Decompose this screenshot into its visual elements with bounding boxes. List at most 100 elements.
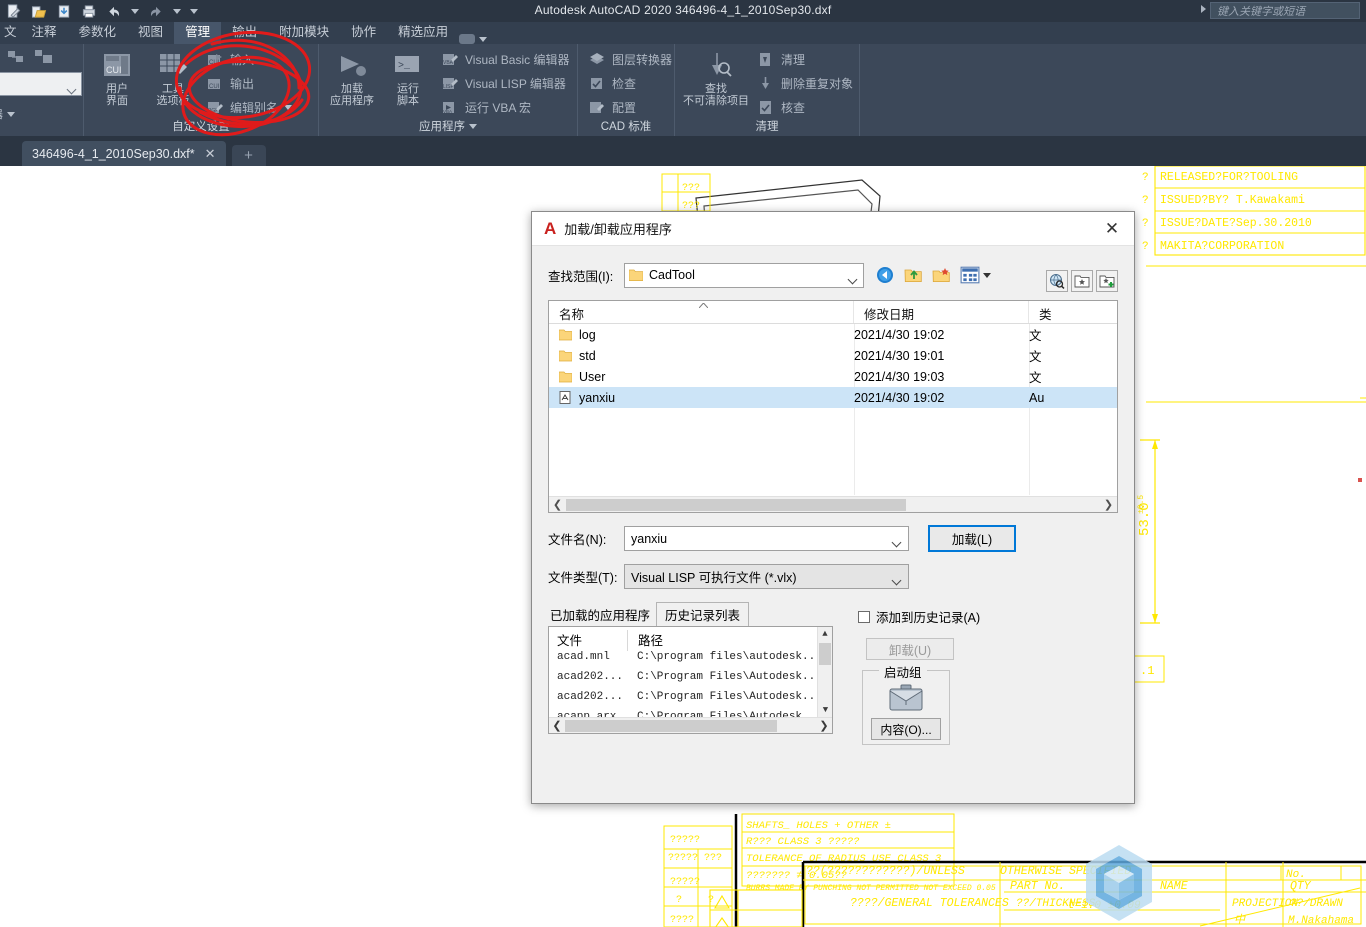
file-type-select[interactable]: Visual LISP 可执行文件 (*.vlx) (624, 564, 909, 589)
ribbon-button-audit[interactable]: 核查 (757, 97, 853, 118)
scrollbar-thumb[interactable] (566, 498, 906, 511)
document-tab-strip[interactable]: 346496-4_1_2010Sep30.dxf* ✕ + (0, 136, 1366, 166)
column-header-type[interactable]: 类 (1029, 301, 1069, 323)
ribbon-button-user-interface[interactable]: CUI 用户 界面 (90, 48, 144, 118)
ribbon-button-run-script[interactable]: >_ 运行 脚本 (381, 48, 435, 118)
loaded-applications-table[interactable]: 文件 路径 acad.mnl C:\program files\autodesk… (548, 626, 833, 734)
close-icon[interactable]: ✕ (205, 146, 216, 162)
scrollbar-thumb[interactable] (819, 643, 831, 665)
ribbon-panel-switch[interactable] (459, 34, 503, 44)
add-to-favorites-icon[interactable] (1071, 270, 1093, 292)
ribbon-tab-strip[interactable]: 文 注释 参数化 视图 管理 输出 附加模块 协作 精选应用 (0, 22, 1366, 44)
chevron-down-icon[interactable] (479, 36, 488, 42)
table-row[interactable]: acad.mnl C:\program files\autodesk... (549, 651, 832, 671)
ribbon-tab-2[interactable]: 参数化 (68, 22, 128, 44)
column-header-name[interactable]: 名称 (549, 301, 854, 323)
ribbon-button-import-cui[interactable]: CUI 输入 (206, 49, 292, 70)
scroll-right-icon[interactable]: ❯ (816, 719, 832, 733)
create-new-folder-icon[interactable] (932, 266, 952, 284)
loaded-file-cell: acad.mnl (557, 651, 610, 663)
table-row[interactable]: User 2021/4/30 19:03 文 (549, 366, 1117, 387)
add-current-folder-icon[interactable] (1096, 270, 1118, 292)
ribbon-button-check-standards[interactable]: 检查 (588, 73, 672, 94)
file-type-cell: 文 (1029, 371, 1042, 385)
ribbon-button-find-nonpurgeable[interactable]: 查找 不可清除项目 (681, 48, 751, 118)
briefcase-icon[interactable] (888, 683, 924, 713)
file-name-input[interactable]: yanxiu (624, 526, 909, 551)
up-one-level-icon[interactable] (904, 266, 924, 284)
scrollbar-thumb[interactable] (565, 719, 777, 732)
ribbon-button-edit-aliases[interactable]: PGP 编辑别名 (206, 97, 293, 118)
ribbon-button-load-application[interactable]: 加载 应用程序 (325, 48, 379, 118)
views-icon[interactable] (960, 266, 980, 284)
file-list-header[interactable]: 名称 修改日期 类 (549, 301, 1117, 324)
table-row[interactable]: acad202... C:\Program Files\Autodesk... (549, 691, 832, 711)
tab-loaded-applications[interactable]: 已加载的应用程序 (548, 604, 656, 626)
scroll-up-icon[interactable]: ▲ (818, 627, 832, 641)
scroll-left-icon[interactable]: ❮ (549, 719, 565, 733)
ribbon-button-run-vba-macro[interactable]: VBA 运行 VBA 宏 (441, 97, 569, 118)
back-icon[interactable] (876, 266, 896, 284)
tab-history-list[interactable]: 历史记录列表 (656, 602, 750, 626)
search-expand-icon[interactable] (1201, 5, 1206, 13)
startup-group-contents-button[interactable]: 内容(O)... (871, 718, 941, 740)
startup-group: 启动组 内容(O)... (862, 662, 950, 745)
chevron-down-icon[interactable] (891, 575, 902, 586)
chevron-down-icon[interactable] (983, 272, 991, 278)
ribbon-button-label: 运行 VBA 宏 (465, 100, 532, 115)
load-button[interactable]: 加载(L) (928, 525, 1016, 552)
load-unload-applications-dialog[interactable]: A 加载/卸载应用程序 ✕ 查找范围(I): CadTool 名称 修改日期 类… (531, 211, 1135, 804)
scroll-right-icon[interactable]: ❯ (1100, 498, 1117, 511)
look-in-value: CadTool (649, 268, 695, 282)
column-header-date[interactable]: 修改日期 (854, 301, 1029, 323)
chevron-down-icon[interactable] (284, 104, 293, 110)
startup-group-title: 启动组 (879, 662, 927, 681)
search-web-icon[interactable] (1046, 270, 1068, 292)
document-tab-active[interactable]: 346496-4_1_2010Sep30.dxf* ✕ (22, 141, 226, 166)
ribbon-tab-3[interactable]: 视图 (127, 22, 174, 44)
ribbon-tab-8[interactable]: 精选应用 (387, 22, 459, 44)
table-row[interactable]: acad202... C:\Program Files\Autodesk... (549, 671, 832, 691)
chevron-down-icon[interactable] (891, 537, 902, 548)
close-icon[interactable]: ✕ (1096, 216, 1128, 242)
file-list-horizontal-scrollbar[interactable]: ❮ ❯ (549, 496, 1117, 512)
ribbon-button-layer-translator[interactable]: 图层转换器 (588, 49, 672, 70)
dialog-nav-icons[interactable] (876, 266, 991, 284)
ribbon-button-vba-editor[interactable]: VBA Visual Basic 编辑器 (441, 49, 569, 70)
unload-button[interactable]: 卸载(U) (866, 638, 954, 660)
search-input[interactable]: 键入关键字或短语 (1210, 2, 1360, 19)
ribbon-tab-0[interactable]: 文 (0, 22, 21, 44)
ribbon-button-tool-palettes[interactable]: 工具 选项板 (146, 48, 200, 118)
file-list[interactable]: 名称 修改日期 类 log 2021/4/30 19:02 文 std 2021… (548, 300, 1118, 513)
truncated-icon-1[interactable] (6, 48, 26, 66)
table-row[interactable]: log 2021/4/30 19:02 文 (549, 324, 1117, 345)
scroll-down-icon[interactable]: ▼ (818, 703, 832, 717)
add-to-history-checkbox-row[interactable]: 添加到历史记录(A) (858, 607, 1038, 626)
ribbon-combo-truncated[interactable] (0, 72, 82, 96)
loaded-table-vertical-scrollbar[interactable]: ▲ ▼ (817, 627, 832, 717)
ribbon-tab-1[interactable]: 注释 (21, 22, 68, 44)
ribbon-tab-7[interactable]: 协作 (340, 22, 387, 44)
ribbon-tab-manage[interactable]: 管理 (174, 22, 222, 44)
loaded-table-horizontal-scrollbar[interactable]: ❮ ❯ (549, 717, 832, 733)
ribbon-tab-5[interactable]: 输出 (221, 22, 268, 44)
ribbon-panel-truncated: 器 (0, 44, 84, 136)
new-document-tab[interactable]: + (231, 145, 266, 166)
chevron-down-icon[interactable] (847, 274, 858, 284)
ribbon-button-visual-lisp-editor[interactable]: LISP Visual LISP 编辑器 (441, 73, 569, 94)
ribbon-tab-6[interactable]: 附加模块 (268, 22, 340, 44)
ribbon-button-configure-standards[interactable]: 配置 (588, 97, 672, 118)
checkbox[interactable] (858, 610, 870, 623)
ribbon-button-export-cui[interactable]: CUI 输出 (206, 73, 292, 94)
panel-chevron-icon[interactable] (7, 111, 15, 117)
truncated-icon-2[interactable] (34, 48, 54, 66)
scroll-left-icon[interactable]: ❮ (549, 498, 566, 511)
table-row[interactable]: std 2021/4/30 19:01 文 (549, 345, 1117, 366)
chevron-down-icon[interactable] (469, 123, 477, 129)
ribbon-button-overkill[interactable]: 删除重复对象 (757, 73, 853, 94)
ribbon-button-purge[interactable]: 清理 (757, 49, 853, 70)
dialog-title-bar: A 加载/卸载应用程序 ✕ (532, 212, 1134, 246)
look-in-combo[interactable]: CadTool (624, 262, 864, 288)
dialog-right-tools[interactable] (1046, 270, 1118, 292)
table-row-selected[interactable]: yanxiu 2021/4/30 19:02 Au (549, 387, 1117, 408)
